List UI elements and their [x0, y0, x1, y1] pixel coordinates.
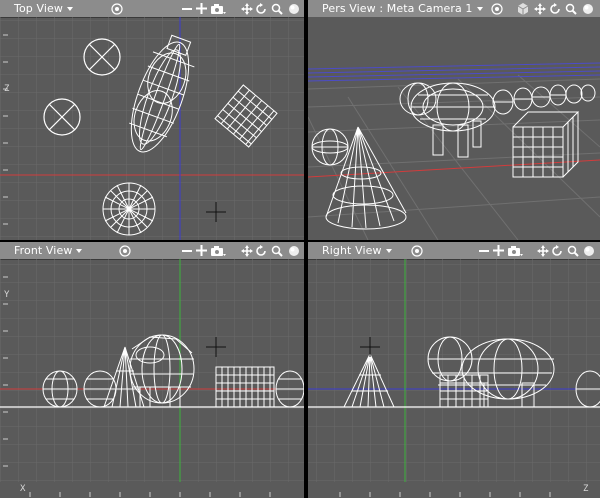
plus-move-icon[interactable] [492, 243, 504, 258]
minus-icon[interactable] [181, 1, 193, 16]
minus-icon[interactable] [478, 243, 490, 258]
target-icon[interactable] [118, 243, 132, 258]
sphere-icon[interactable] [581, 1, 594, 16]
magnifier-icon[interactable] [270, 1, 283, 16]
magnifier-icon[interactable] [566, 243, 579, 258]
target-icon[interactable] [110, 1, 124, 16]
bottom-ruler: X Z [0, 482, 600, 498]
move-arrows-icon[interactable] [240, 243, 253, 258]
z-axis-label: Z [4, 84, 10, 94]
chevron-down-icon[interactable] [385, 248, 392, 253]
move-arrows-icon[interactable] [240, 1, 253, 16]
pers-view-titlebar: Pers View : Meta Camera 1 [308, 0, 600, 18]
chevron-down-icon[interactable] [476, 6, 483, 11]
move-arrows-icon[interactable] [536, 243, 549, 258]
viewport-title[interactable]: Front View [0, 244, 72, 257]
camera-icon[interactable] [209, 1, 227, 16]
front-view-titlebar: Front View [0, 242, 304, 260]
vertical-splitter[interactable] [304, 0, 308, 498]
horizontal-splitter[interactable] [0, 240, 600, 242]
chevron-down-icon[interactable] [76, 248, 83, 253]
magnifier-icon[interactable] [270, 243, 283, 258]
front-view-scene[interactable] [0, 259, 304, 482]
x-axis-label: X [20, 484, 26, 494]
camera-icon[interactable] [506, 243, 524, 258]
right-view-scene[interactable] [308, 259, 600, 482]
viewport-title[interactable]: Right View [308, 244, 382, 257]
pers-view-scene[interactable] [308, 17, 600, 240]
cone-wireframe[interactable] [102, 182, 156, 236]
minus-icon[interactable] [181, 243, 193, 258]
chevron-down-icon[interactable] [66, 6, 73, 11]
right-view-titlebar: Right View [308, 242, 600, 260]
front-view-viewport[interactable]: Front View Y [0, 242, 304, 482]
z-axis-label: Z [583, 484, 589, 494]
target-icon[interactable] [410, 243, 424, 258]
top-view-titlebar: Top View [0, 0, 304, 18]
top-view-viewport[interactable]: Top View Z [0, 0, 304, 240]
rotate-icon[interactable] [254, 243, 267, 258]
sphere-icon[interactable] [287, 1, 300, 16]
rotate-icon[interactable] [550, 243, 563, 258]
viewport-title[interactable]: Pers View : Meta Camera 1 [308, 2, 473, 15]
rotate-icon[interactable] [548, 1, 561, 16]
shade-3d-editor: Top View Z Pers View: Meta Camera 1 Fro… [0, 0, 600, 498]
camera-icon[interactable] [209, 243, 227, 258]
cube-icon[interactable] [516, 1, 529, 16]
right-view-viewport[interactable]: Right View [308, 242, 600, 482]
plus-move-icon[interactable] [195, 1, 207, 16]
rotate-icon[interactable] [254, 1, 267, 16]
magnifier-icon[interactable] [564, 1, 577, 16]
move-arrows-icon[interactable] [533, 1, 546, 16]
target-icon[interactable] [490, 1, 504, 16]
top-view-scene[interactable] [0, 17, 304, 240]
perspective-viewport[interactable]: Pers View : Meta Camera 1 [308, 0, 600, 240]
sphere-icon[interactable] [582, 243, 595, 258]
plus-move-icon[interactable] [195, 243, 207, 258]
viewport-title[interactable]: Top View [0, 2, 63, 15]
y-axis-label: Y [4, 290, 10, 300]
sphere-icon[interactable] [287, 243, 300, 258]
